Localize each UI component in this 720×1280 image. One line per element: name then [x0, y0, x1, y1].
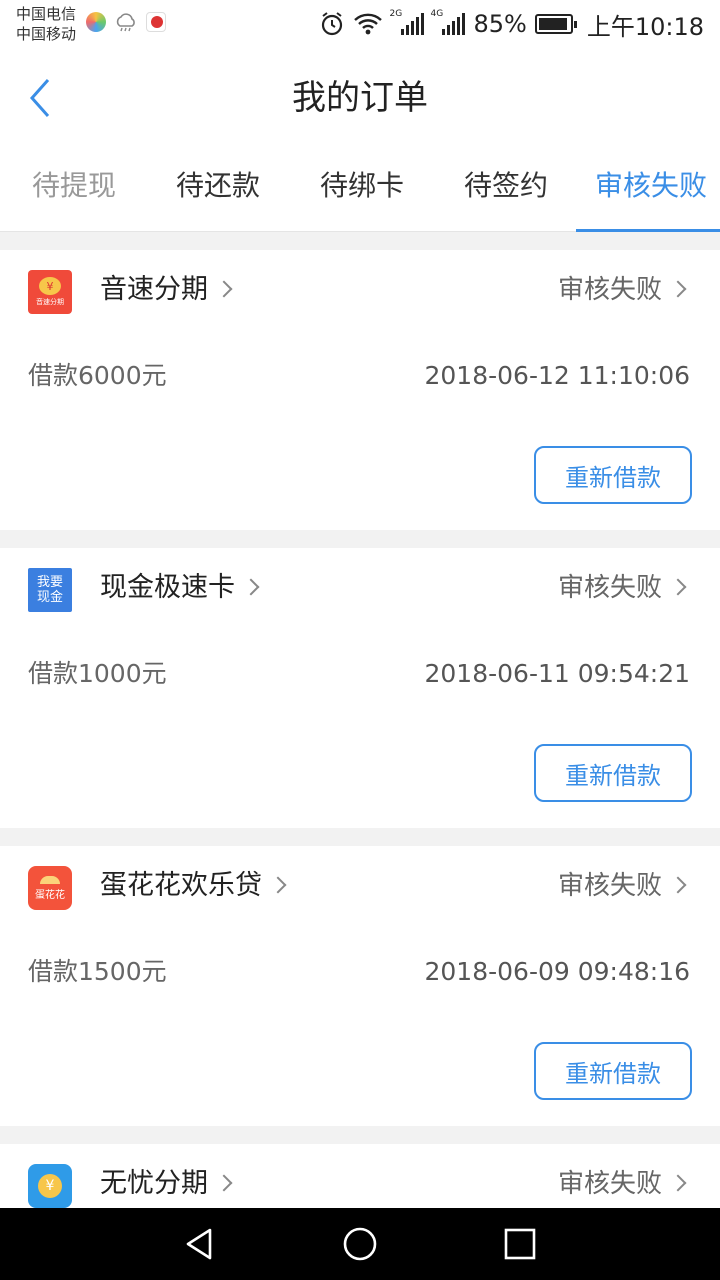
money-bag-icon: ¥ — [38, 1174, 62, 1198]
order-card: 我要 现金 现金极速卡 审核失败 借款1000元 2018-06-11 09:5… — [0, 548, 720, 828]
back-triangle-icon[interactable] — [182, 1226, 218, 1262]
app-header: 我的订单 — [0, 48, 720, 148]
tab-pending-sign[interactable]: 待签约 — [464, 166, 548, 206]
status-text: 审核失败 — [557, 1169, 662, 1199]
page-title: 我的订单 — [292, 78, 428, 118]
egg-icon — [40, 875, 60, 884]
order-card: 蛋花花 蛋花花欢乐贷 审核失败 借款1500元 2018-06-09 09:48… — [0, 846, 720, 1126]
tab-pending-bind-card[interactable]: 待绑卡 — [320, 166, 404, 206]
clock: 上午10:18 — [586, 12, 704, 41]
loan-amount: 借款6000元 — [28, 361, 167, 390]
reapply-button[interactable]: 重新借款 — [534, 446, 692, 504]
product-name: 无忧分期 — [100, 1168, 208, 1199]
wuyou-app-icon: ¥ — [28, 1164, 72, 1208]
alarm-icon — [322, 12, 343, 36]
icon-caption: 现金 — [36, 590, 63, 605]
battery-percent: 85% — [473, 10, 527, 38]
chevron-right-icon — [669, 1174, 687, 1192]
order-time: 2018-06-11 09:54:21 — [424, 659, 690, 688]
order-card: ¥ 无忧分期 审核失败 — [0, 1144, 720, 1208]
status-link[interactable]: 审核失败 — [557, 568, 687, 608]
network-2g-label: 2G — [389, 9, 403, 19]
order-time: 2018-06-09 09:48:16 — [424, 957, 690, 986]
chevron-right-icon — [669, 876, 687, 894]
yinsu-app-icon: ¥ 音速分期 — [28, 270, 72, 314]
screen: 中国电信 中国移动 2G 4G 85% 上午10:18 我的订单 待提现 待还款… — [0, 0, 720, 1280]
status-right: 2G 4G 85% 上午10:18 — [319, 8, 704, 41]
chevron-right-icon — [215, 280, 233, 298]
home-circle-icon[interactable] — [342, 1226, 378, 1262]
status-text: 审核失败 — [557, 573, 662, 603]
chevron-right-icon — [215, 1174, 233, 1192]
reapply-button[interactable]: 重新借款 — [534, 1042, 692, 1100]
colorful-app-icon — [86, 12, 106, 32]
order-card: ¥ 音速分期 音速分期 审核失败 借款6000元 2018-06-12 11:1… — [0, 250, 720, 530]
xianjin-app-icon: 我要 现金 — [28, 568, 72, 612]
icon-caption: 蛋花花 — [35, 889, 65, 901]
chevron-right-icon — [669, 578, 687, 596]
system-nav-bar — [0, 1208, 720, 1280]
tab-review-failed[interactable]: 审核失败 — [595, 166, 707, 206]
signal-4g-icon: 4G — [430, 9, 466, 35]
product-name-link[interactable]: 音速分期 — [100, 270, 233, 310]
recents-square-icon[interactable] — [502, 1226, 538, 1262]
coin-icon: ¥ — [39, 277, 61, 295]
loan-amount: 借款1500元 — [28, 957, 167, 986]
chevron-right-icon — [242, 578, 260, 596]
icon-text: 我要 — [36, 575, 63, 590]
tab-pending-repayment[interactable]: 待还款 — [176, 166, 260, 206]
status-link[interactable]: 审核失败 — [557, 270, 687, 310]
carriers: 中国电信 中国移动 — [16, 4, 76, 44]
app-notification-icon — [146, 12, 166, 32]
wifi-icon — [354, 13, 383, 35]
danhuahua-app-icon: 蛋花花 — [28, 866, 72, 910]
cloud-icon — [116, 13, 135, 32]
tab-bar: 待提现 待还款 待绑卡 待签约 审核失败 — [0, 148, 720, 232]
signal-2g-icon: 2G — [389, 9, 425, 35]
carrier-2-label: 中国移动 — [16, 25, 77, 43]
icon-caption: 音速分期 — [36, 298, 64, 306]
product-name: 音速分期 — [100, 274, 208, 305]
product-name-link[interactable]: 无忧分期 — [100, 1164, 233, 1204]
tab-pending-withdrawal[interactable]: 待提现 — [32, 166, 116, 206]
battery-icon — [534, 14, 577, 34]
chevron-right-icon — [269, 876, 287, 894]
product-name-link[interactable]: 现金极速卡 — [100, 568, 260, 608]
product-name: 蛋花花欢乐贷 — [100, 870, 262, 901]
reapply-button[interactable]: 重新借款 — [534, 744, 692, 802]
status-text: 审核失败 — [557, 871, 662, 901]
order-time: 2018-06-12 11:10:06 — [424, 361, 690, 390]
notification-icons — [86, 12, 166, 32]
status-link[interactable]: 审核失败 — [557, 866, 687, 906]
network-4g-label: 4G — [430, 9, 444, 19]
loan-amount: 借款1000元 — [28, 659, 167, 688]
active-tab-indicator — [576, 229, 720, 232]
chevron-right-icon — [669, 280, 687, 298]
carrier-1-label: 中国电信 — [16, 5, 77, 23]
product-name-link[interactable]: 蛋花花欢乐贷 — [100, 866, 287, 906]
product-name: 现金极速卡 — [100, 572, 235, 603]
status-text: 审核失败 — [557, 275, 662, 305]
status-bar: 中国电信 中国移动 2G 4G 85% 上午10:18 — [0, 0, 720, 48]
status-link[interactable]: 审核失败 — [557, 1164, 687, 1204]
